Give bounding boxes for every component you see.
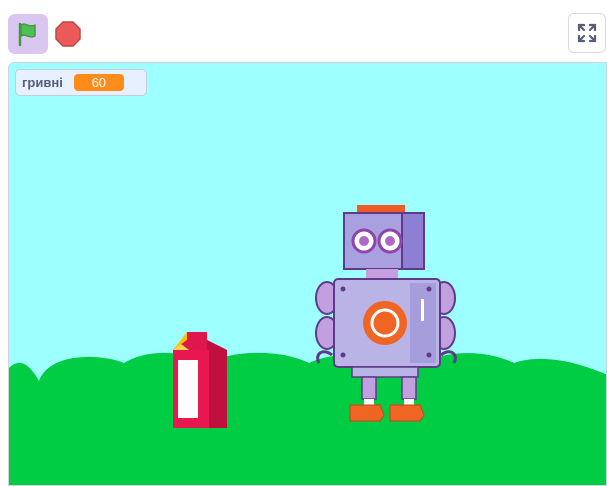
fullscreen-button[interactable] (568, 13, 606, 53)
stage-backdrop (9, 63, 606, 485)
stop-button[interactable] (52, 18, 84, 50)
stop-sign-icon (55, 21, 81, 47)
milk-carton-sprite[interactable] (169, 328, 229, 430)
variable-monitor: гривні 60 (15, 69, 147, 96)
variable-name: гривні (22, 75, 63, 90)
green-flag-icon (18, 22, 36, 47)
green-hills (9, 352, 606, 485)
stage[interactable]: гривні 60 (8, 62, 607, 486)
variable-value: 60 (73, 74, 124, 91)
robot-sprite[interactable] (314, 203, 464, 423)
fullscreen-icon (577, 23, 597, 43)
green-flag-button[interactable] (8, 14, 48, 54)
